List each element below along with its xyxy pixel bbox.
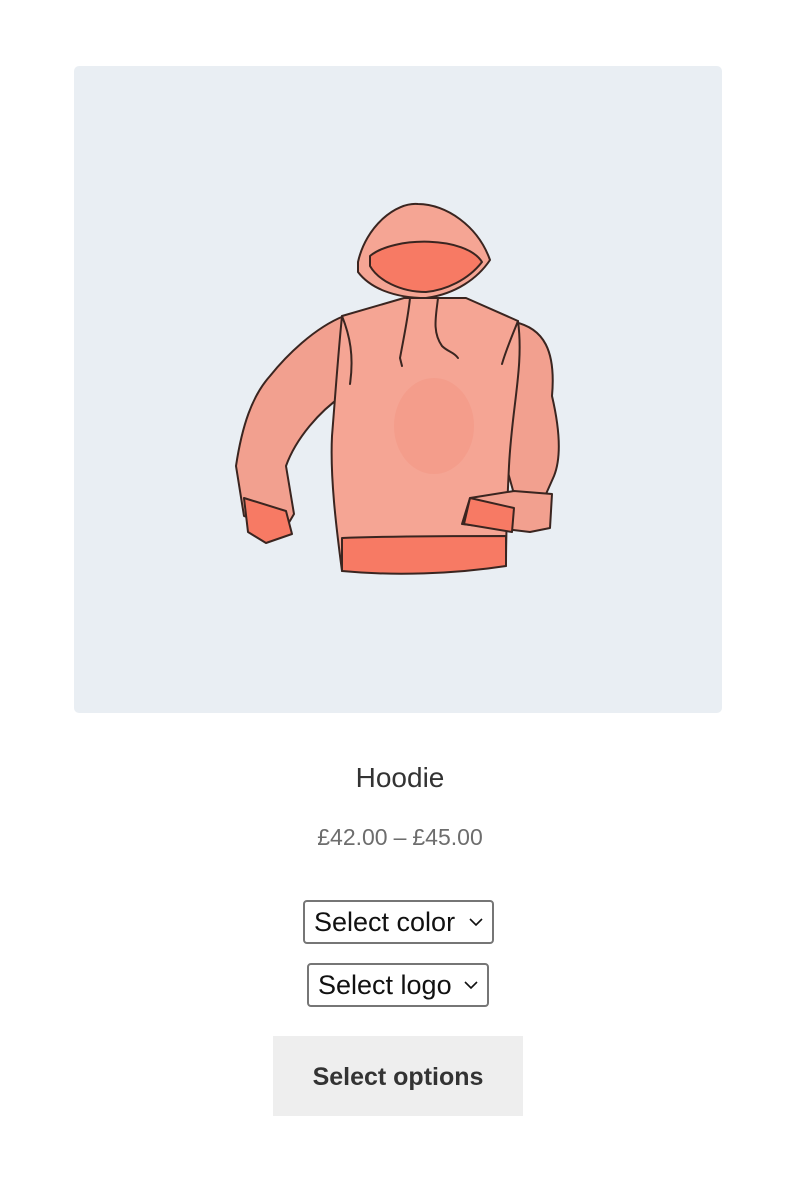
color-select-value: Select color [314, 907, 456, 937]
price-separator: – [393, 824, 407, 850]
logo-select[interactable]: Select logo [307, 963, 489, 1007]
logo-select-value: Select logo [318, 970, 452, 1000]
chevron-down-icon [469, 918, 483, 927]
price-max: £45.00 [412, 824, 483, 850]
product-title[interactable]: Hoodie [0, 760, 800, 796]
price-min: £42.00 [317, 824, 388, 850]
price-range: £42.00– £45.00 [0, 822, 800, 852]
hoodie-illustration-icon [235, 202, 560, 575]
chevron-down-icon [464, 981, 478, 990]
select-options-button[interactable]: Select options [273, 1036, 523, 1116]
color-select[interactable]: Select color [303, 900, 494, 944]
product-image[interactable] [74, 66, 722, 713]
